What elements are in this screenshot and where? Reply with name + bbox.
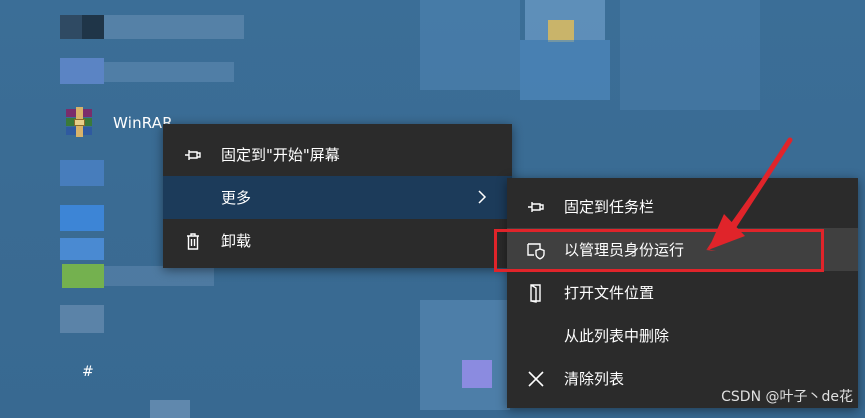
pin-icon bbox=[181, 143, 205, 167]
section-header-hash: # bbox=[82, 364, 94, 380]
close-icon bbox=[524, 367, 548, 391]
winrar-icon bbox=[62, 107, 96, 139]
submenu-more: 固定到任务栏 以管理员身份运行 打开文件位置 从此列表中删除 清除列表 bbox=[507, 178, 858, 408]
watermark: CSDN @叶子丶de花 bbox=[721, 389, 853, 405]
menu-item-label: 清除列表 bbox=[564, 370, 625, 388]
context-menu: 固定到"开始"屏幕 更多 卸载 bbox=[163, 124, 512, 268]
file-location-icon bbox=[524, 281, 548, 305]
menu-item-pin-to-start[interactable]: 固定到"开始"屏幕 bbox=[163, 133, 512, 176]
menu-item-label: 从此列表中删除 bbox=[564, 327, 670, 345]
chevron-right-icon bbox=[478, 190, 487, 204]
menu-item-label: 固定到任务栏 bbox=[564, 198, 655, 216]
menu-item-open-file-location[interactable]: 打开文件位置 bbox=[507, 271, 858, 314]
menu-item-label: 更多 bbox=[221, 189, 252, 207]
trash-icon bbox=[181, 229, 205, 253]
menu-item-uninstall[interactable]: 卸载 bbox=[163, 219, 512, 262]
menu-item-remove-from-list[interactable]: 从此列表中删除 bbox=[507, 314, 858, 357]
menu-item-label: 固定到"开始"屏幕 bbox=[221, 146, 340, 164]
menu-item-more[interactable]: 更多 bbox=[163, 176, 512, 219]
pin-icon bbox=[524, 195, 548, 219]
menu-item-pin-to-taskbar[interactable]: 固定到任务栏 bbox=[507, 185, 858, 228]
menu-item-label: 打开文件位置 bbox=[564, 284, 655, 302]
highlight-box bbox=[494, 229, 824, 272]
menu-item-label: 卸载 bbox=[221, 232, 252, 250]
